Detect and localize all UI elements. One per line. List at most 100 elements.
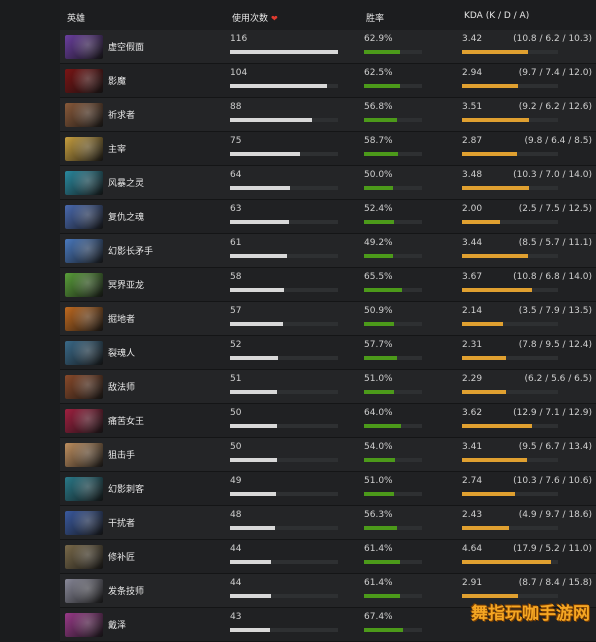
kda-breakdown: (10.3 / 7.0 / 14.0) [513, 170, 592, 180]
table-row[interactable]: 复仇之魂 63 52.4% 2.00 (2.5 / 7.5 / 12.5) [60, 200, 596, 234]
matches-bar [230, 152, 300, 156]
win-rate-bar-track [364, 458, 422, 462]
matches-value: 50 [230, 408, 242, 418]
watermark-logo: 舞指玩咖手游网 [471, 604, 590, 624]
kda-bar [462, 594, 518, 598]
hero-name-link[interactable]: 虚空假面 [108, 40, 144, 53]
kda-bar [462, 84, 518, 88]
table-row[interactable]: 冥界亚龙 58 65.5% 3.67 (10.8 / 6.8 / 14.0) [60, 268, 596, 302]
kda-bar-track [462, 254, 558, 258]
kda-cell: 3.62 (12.9 / 7.1 / 12.9) [462, 404, 594, 437]
table-row[interactable]: 修补匠 44 61.4% 4.64 (17.9 / 5.2 / 11.0) [60, 540, 596, 574]
win-rate-bar [364, 594, 400, 598]
hero-avatar[interactable] [65, 171, 103, 195]
hero-avatar[interactable] [65, 103, 103, 127]
table-row[interactable]: 影魔 104 62.5% 2.94 (9.7 / 7.4 / 12.0) [60, 64, 596, 98]
matches-cell: 52 [230, 336, 360, 369]
hero-name-link[interactable]: 冥界亚龙 [108, 278, 144, 291]
left-gutter [0, 0, 60, 626]
hero-avatar[interactable] [65, 307, 103, 331]
hero-name-link[interactable]: 影魔 [108, 74, 126, 87]
header-hero[interactable]: 英雄 [67, 11, 85, 24]
kda-cell: 2.43 (4.9 / 9.7 / 18.6) [462, 506, 594, 539]
kda-cell: 2.00 (2.5 / 7.5 / 12.5) [462, 200, 594, 233]
matches-cell: 104 [230, 64, 360, 97]
hero-avatar[interactable] [65, 613, 103, 637]
matches-bar [230, 254, 287, 258]
hero-name-link[interactable]: 发条技师 [108, 584, 144, 597]
win-rate-cell: 56.8% [364, 98, 458, 131]
hero-avatar[interactable] [65, 443, 103, 467]
table-row[interactable]: 敌法师 51 51.0% 2.29 (6.2 / 5.6 / 6.5) [60, 370, 596, 404]
kda-bar-track [462, 50, 558, 54]
matches-cell: 50 [230, 438, 360, 471]
hero-avatar[interactable] [65, 341, 103, 365]
table-row[interactable]: 幻影长矛手 61 49.2% 3.44 (8.5 / 5.7 / 11.1) [60, 234, 596, 268]
hero-name-link[interactable]: 幻影长矛手 [108, 244, 153, 257]
hero-avatar[interactable] [65, 69, 103, 93]
header-kda[interactable]: KDA (K / D / A) [464, 11, 529, 21]
win-rate-value: 67.4% [364, 612, 393, 622]
hero-avatar[interactable] [65, 545, 103, 569]
matches-value: 104 [230, 68, 248, 78]
table-row[interactable]: 狙击手 50 54.0% 3.41 (9.5 / 6.7 / 13.4) [60, 438, 596, 472]
hero-name-link[interactable]: 祈求者 [108, 108, 135, 121]
header-matches-label: 使用次数 [232, 14, 269, 24]
hero-avatar[interactable] [65, 137, 103, 161]
kda-bar-track [462, 220, 558, 224]
kda-bar [462, 356, 506, 360]
kda-breakdown: (9.8 / 6.4 / 8.5) [524, 136, 592, 146]
table-row[interactable]: 干扰者 48 56.3% 2.43 (4.9 / 9.7 / 18.6) [60, 506, 596, 540]
hero-name-link[interactable]: 敌法师 [108, 380, 135, 393]
kda-bar-track [462, 84, 558, 88]
matches-value: 57 [230, 306, 242, 316]
win-rate-bar-track [364, 84, 422, 88]
hero-avatar[interactable] [65, 477, 103, 501]
hero-avatar[interactable] [65, 205, 103, 229]
kda-bar [462, 526, 509, 530]
matches-cell: 64 [230, 166, 360, 199]
sort-desc-icon[interactable]: ❤ [271, 14, 278, 23]
hero-avatar[interactable] [65, 239, 103, 263]
win-rate-cell: 51.0% [364, 370, 458, 403]
hero-avatar[interactable] [65, 511, 103, 535]
hero-avatar[interactable] [65, 35, 103, 59]
win-rate-bar-track [364, 254, 422, 258]
hero-name-link[interactable]: 干扰者 [108, 516, 135, 529]
win-rate-cell: 65.5% [364, 268, 458, 301]
hero-name-link[interactable]: 幻影刺客 [108, 482, 144, 495]
header-win-rate[interactable]: 胜率 [366, 11, 384, 24]
table-row[interactable]: 风暴之灵 64 50.0% 3.48 (10.3 / 7.0 / 14.0) [60, 166, 596, 200]
table-row[interactable]: 虚空假面 116 62.9% 3.42 (10.8 / 6.2 / 10.3) [60, 30, 596, 64]
hero-avatar[interactable] [65, 409, 103, 433]
matches-bar [230, 220, 289, 224]
hero-name-link[interactable]: 修补匠 [108, 550, 135, 563]
matches-bar-track [230, 560, 338, 564]
hero-name-link[interactable]: 主宰 [108, 142, 126, 155]
hero-avatar[interactable] [65, 375, 103, 399]
hero-name-link[interactable]: 裂魂人 [108, 346, 135, 359]
table-row[interactable]: 痛苦女王 50 64.0% 3.62 (12.9 / 7.1 / 12.9) [60, 404, 596, 438]
hero-avatar[interactable] [65, 579, 103, 603]
hero-name-link[interactable]: 复仇之魂 [108, 210, 144, 223]
matches-value: 63 [230, 204, 242, 214]
win-rate-cell: 67.4% [364, 608, 458, 641]
table-row[interactable]: 裂魂人 52 57.7% 2.31 (7.8 / 9.5 / 12.4) [60, 336, 596, 370]
hero-name-link[interactable]: 戴泽 [108, 618, 126, 631]
table-row[interactable]: 掘地者 57 50.9% 2.14 (3.5 / 7.9 / 13.5) [60, 302, 596, 336]
header-matches[interactable]: 使用次数 ❤ [232, 11, 278, 24]
matches-bar [230, 84, 327, 88]
table-row[interactable]: 主宰 75 58.7% 2.87 (9.8 / 6.4 / 8.5) [60, 132, 596, 166]
table-row[interactable]: 幻影刺客 49 51.0% 2.74 (10.3 / 7.6 / 10.6) [60, 472, 596, 506]
win-rate-bar-track [364, 492, 422, 496]
table-row[interactable]: 祈求者 88 56.8% 3.51 (9.2 / 6.2 / 12.6) [60, 98, 596, 132]
hero-avatar[interactable] [65, 273, 103, 297]
matches-cell: 49 [230, 472, 360, 505]
kda-breakdown: (2.5 / 7.5 / 12.5) [518, 204, 592, 214]
kda-breakdown: (10.3 / 7.6 / 10.6) [513, 476, 592, 486]
hero-name-link[interactable]: 痛苦女王 [108, 414, 144, 427]
hero-name-link[interactable]: 掘地者 [108, 312, 135, 325]
win-rate-cell: 51.0% [364, 472, 458, 505]
hero-name-link[interactable]: 狙击手 [108, 448, 135, 461]
hero-name-link[interactable]: 风暴之灵 [108, 176, 144, 189]
